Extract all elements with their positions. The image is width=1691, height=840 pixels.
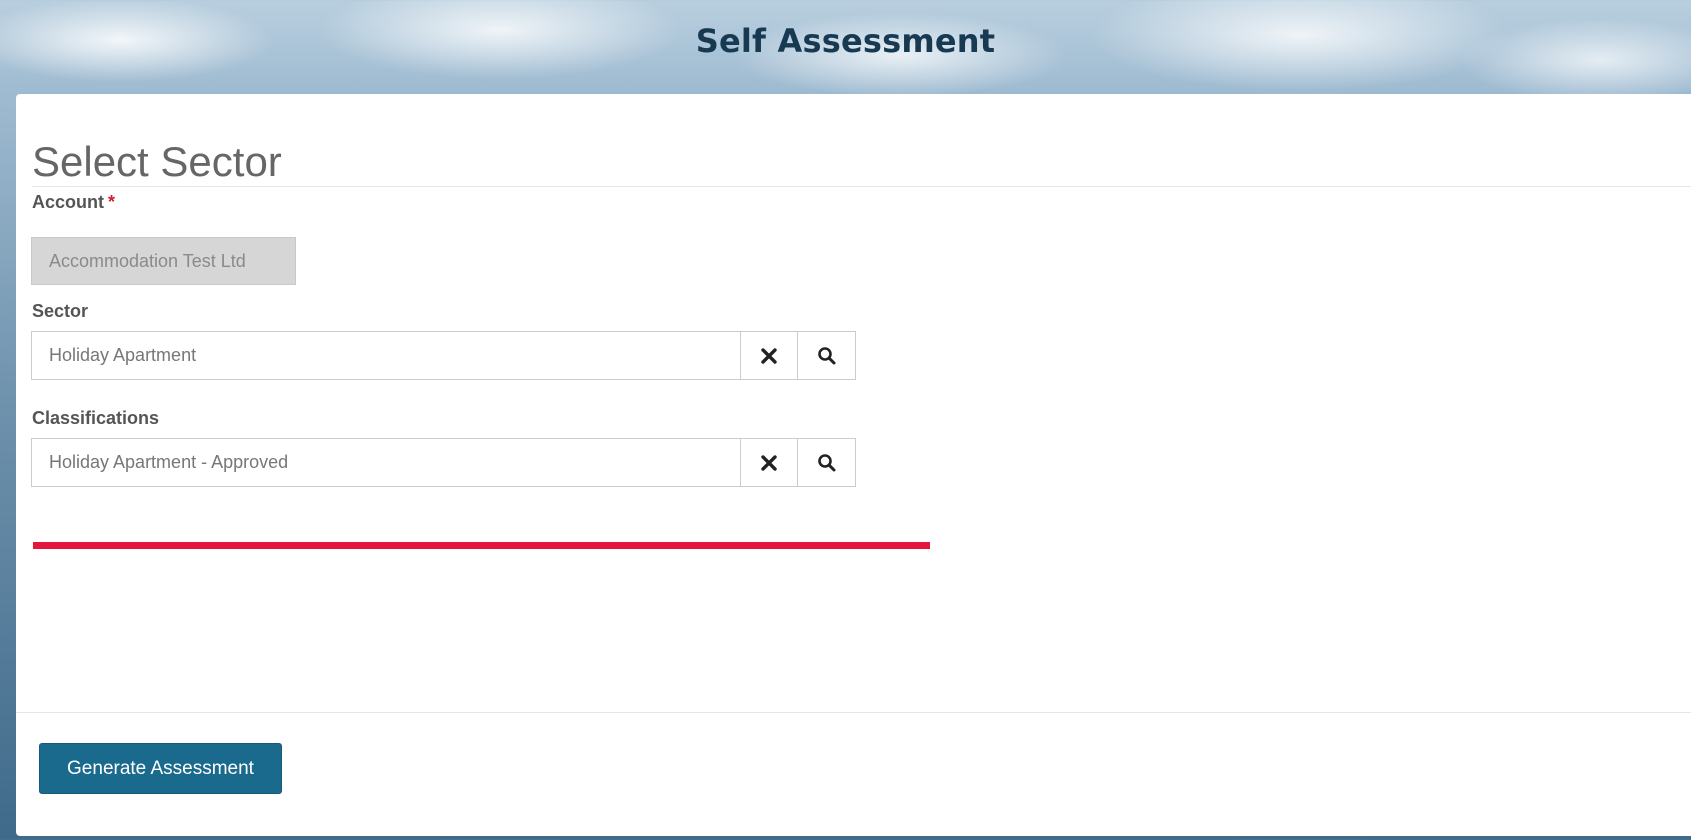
sector-lookup (31, 331, 872, 380)
header-title: Self Assessment (695, 22, 996, 60)
account-label: Account (32, 192, 104, 212)
sector-input[interactable] (31, 331, 740, 380)
search-icon (817, 453, 835, 471)
classifications-clear-button[interactable] (740, 438, 798, 487)
classifications-label: Classifications (32, 408, 160, 428)
close-icon (761, 347, 777, 364)
account-field: Accommodation Test Ltd (31, 237, 296, 285)
footer-divider (16, 712, 1691, 713)
close-icon (761, 454, 777, 471)
highlight-bar (33, 542, 930, 549)
form-panel: Select Sector Account * Accommodation Tes… (16, 94, 1691, 836)
generate-assessment-button[interactable]: Generate Assessment (39, 743, 282, 794)
page-title: Select Sector (32, 138, 282, 185)
account-label-row: Account * (32, 192, 115, 213)
classifications-input[interactable] (31, 438, 740, 487)
sector-label: Sector (32, 301, 89, 321)
title-divider (32, 186, 1691, 187)
header-banner: Self Assessment (0, 0, 1691, 92)
search-icon (817, 346, 835, 364)
sector-search-button[interactable] (798, 331, 856, 380)
required-asterisk: * (108, 192, 116, 212)
classifications-search-button[interactable] (798, 438, 856, 487)
sector-clear-button[interactable] (740, 331, 798, 380)
classifications-lookup (31, 438, 872, 487)
